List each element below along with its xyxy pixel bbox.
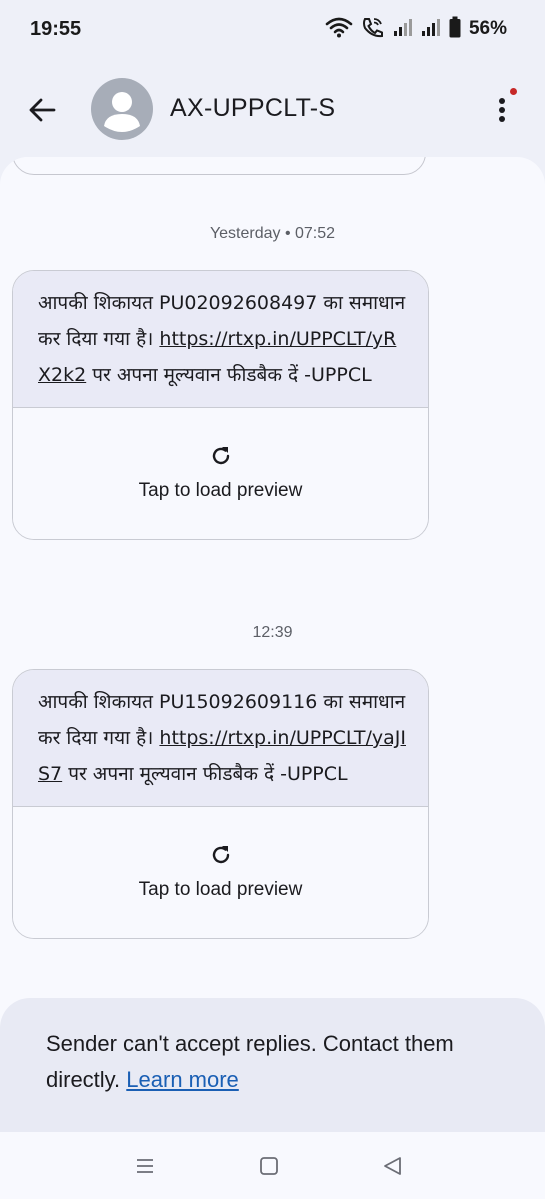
notice-text: Sender can't accept replies. Contact the… (46, 1026, 506, 1098)
wifi-icon (325, 16, 353, 42)
signal-icon (393, 17, 413, 41)
battery-percent: 56% (468, 18, 507, 39)
wifi-calling-icon (361, 16, 385, 42)
back-triangle-icon (384, 1157, 401, 1175)
home-button[interactable] (255, 1152, 283, 1180)
app-bar: AX-UPPCLT-S (0, 62, 545, 158)
conversation-area[interactable]: Yesterday • 07:52 आपकी शिकायत PU02092608… (0, 157, 545, 1132)
cannot-reply-notice: Sender can't accept replies. Contact the… (0, 998, 545, 1132)
message-timestamp: Yesterday • 07:52 (209, 225, 336, 242)
refresh-icon (212, 447, 230, 465)
avatar-person-icon (104, 92, 140, 132)
message-bubble[interactable]: आपकी शिकायत PU15092609116 का समाधान कर द… (12, 669, 429, 939)
status-bar: 19:55 56% (0, 0, 545, 62)
message-text: आपकी शिकायत PU02092608497 का समाधान कर द… (13, 271, 428, 407)
link-preview[interactable]: Tap to load preview (13, 806, 428, 938)
tap-to-load-preview[interactable]: Tap to load preview (13, 879, 428, 901)
home-icon (260, 1157, 278, 1175)
message-text: आपकी शिकायत PU15092609116 का समाधान कर द… (13, 670, 428, 806)
tap-to-load-preview[interactable]: Tap to load preview (13, 480, 428, 502)
link-preview[interactable]: Tap to load preview (13, 407, 428, 539)
notice-message: Sender can't accept replies. Contact the… (46, 1031, 454, 1092)
message-timestamp: 12:39 (252, 624, 293, 641)
message-bubble[interactable]: आपकी शिकायत PU02092608497 का समाधान कर द… (12, 270, 429, 540)
back-nav-button[interactable] (378, 1152, 406, 1180)
recents-icon (137, 1159, 153, 1173)
avatar[interactable] (91, 78, 153, 140)
recent-apps-button[interactable] (131, 1152, 159, 1180)
previous-message-bubble[interactable] (12, 157, 426, 175)
system-nav-bar (0, 1132, 545, 1199)
back-arrow-icon (29, 98, 56, 122)
refresh-icon (212, 846, 230, 864)
signal-icon (421, 17, 441, 41)
learn-more-link[interactable]: Learn more (126, 1067, 239, 1092)
status-time: 19:55 (30, 18, 82, 40)
battery-icon (449, 16, 461, 42)
message-text-part: पर अपना मूल्यवान फीडबैक दें -UPPCL (62, 763, 348, 785)
contact-name: AX-UPPCLT-S (170, 94, 336, 122)
notification-dot (510, 88, 517, 95)
back-button[interactable] (22, 90, 62, 130)
status-icons: 56% (325, 16, 507, 42)
message-text-part: पर अपना मूल्यवान फीडबैक दें -UPPCL (86, 364, 372, 386)
